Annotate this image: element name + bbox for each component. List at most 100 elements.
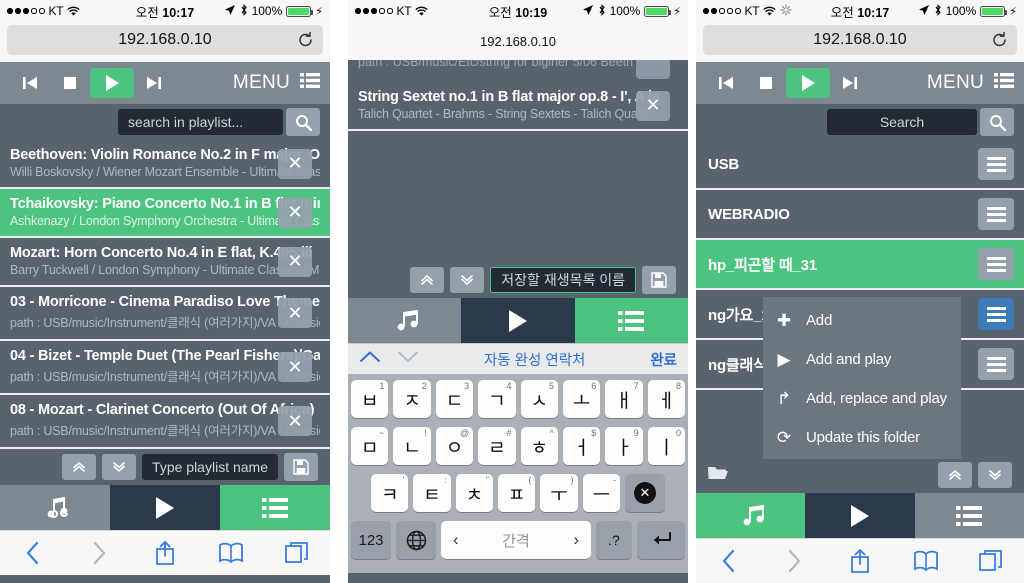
delete-button[interactable]: ✕ bbox=[278, 197, 312, 228]
key-ㄴ[interactable]: ! ㄴ bbox=[393, 427, 431, 465]
menu-item-add-replace-and-play[interactable]: ↱ Add, replace and play bbox=[763, 379, 961, 418]
save-playlist-button[interactable] bbox=[642, 266, 676, 294]
key-ㅍ[interactable]: (ㅍ bbox=[498, 474, 536, 512]
delete-button[interactable]: ✕ bbox=[278, 148, 312, 179]
tab-playlist[interactable] bbox=[574, 298, 688, 343]
menu-item-add[interactable]: ✚ Add bbox=[763, 301, 961, 340]
safari-toolbar-right[interactable] bbox=[696, 538, 1024, 583]
table-row[interactable]: Mozart: Horn Concerto No.4 in E flat, K.… bbox=[0, 238, 330, 287]
tab-now-playing[interactable] bbox=[805, 493, 915, 538]
space-right-arrow[interactable]: › bbox=[573, 530, 579, 550]
tab-bar-middle[interactable] bbox=[348, 298, 688, 343]
skip-previous-icon[interactable] bbox=[10, 68, 50, 98]
tab-music[interactable] bbox=[696, 493, 806, 538]
table-row[interactable]: 03 - Morricone - Cinema Paradiso Love Th… bbox=[0, 287, 330, 341]
url-input[interactable]: 192.168.0.10 bbox=[703, 25, 1017, 55]
tab-music[interactable] bbox=[348, 298, 462, 343]
tab-playlist[interactable] bbox=[220, 485, 330, 530]
skip-next-icon[interactable] bbox=[134, 68, 174, 98]
skip-next-icon[interactable] bbox=[830, 68, 870, 98]
move-up-button[interactable] bbox=[938, 462, 972, 488]
table-row[interactable]: Beethoven: Violin Romance No.2 in F majo… bbox=[0, 140, 330, 189]
share-icon[interactable] bbox=[151, 539, 179, 567]
playlist-name-input[interactable]: Type playlist name bbox=[142, 454, 278, 480]
row-menu-button[interactable] bbox=[978, 298, 1014, 330]
punctuation-key[interactable]: .? bbox=[596, 521, 632, 559]
list-item[interactable]: WEBRADIO bbox=[696, 190, 1024, 240]
reload-icon[interactable] bbox=[297, 31, 314, 49]
key-ㅣ[interactable]: 0ㅣ bbox=[647, 427, 685, 465]
stop-icon[interactable] bbox=[746, 68, 786, 98]
book-icon[interactable] bbox=[217, 539, 245, 567]
list-item[interactable]: hp_피곤할 때_31 bbox=[696, 240, 1024, 290]
key-ㅌ[interactable]: :ㅌ bbox=[413, 474, 451, 512]
key-ㅁ[interactable]: ~ ㅁ bbox=[351, 427, 389, 465]
search-icon[interactable] bbox=[980, 108, 1014, 136]
tab-now-playing[interactable] bbox=[461, 298, 575, 343]
list-menu-icon[interactable] bbox=[300, 73, 320, 93]
globe-icon[interactable] bbox=[396, 521, 436, 559]
tab-browser[interactable] bbox=[914, 493, 1024, 538]
url-input[interactable]: 192.168.0.10 bbox=[7, 25, 323, 55]
table-row[interactable]: 08 - Mozart - Clarinet Concerto (Out Of … bbox=[0, 395, 330, 449]
key-ㅗ[interactable]: 6ㅗ bbox=[562, 380, 601, 418]
list-item[interactable]: USB bbox=[696, 140, 1024, 190]
table-row[interactable]: 04 - Bizet - Temple Duet (The Pearl Fish… bbox=[0, 341, 330, 395]
tab-bar-left[interactable] bbox=[0, 485, 330, 530]
backspace-icon[interactable]: ✕ bbox=[624, 474, 665, 512]
search-input[interactable]: search in playlist... bbox=[118, 109, 283, 135]
url-bar-middle[interactable]: 192.168.0.10 bbox=[348, 22, 688, 60]
safari-toolbar-left[interactable] bbox=[0, 530, 330, 575]
list-menu-icon[interactable] bbox=[994, 73, 1014, 93]
play-button[interactable] bbox=[786, 68, 830, 98]
book-icon[interactable] bbox=[912, 547, 940, 575]
menu-item-update-this-folder[interactable]: ⟳ Update this folder bbox=[763, 418, 961, 457]
context-menu[interactable]: ✚ Add ▶ Add and play ↱ Add, replace and play ⟳… bbox=[763, 297, 961, 459]
key-ㅐ[interactable]: 7ㅐ bbox=[605, 380, 643, 418]
list-item[interactable]: String Sextet no.1 in B flat major op.8 … bbox=[348, 82, 688, 131]
row-menu-button[interactable] bbox=[978, 198, 1014, 230]
stop-icon[interactable] bbox=[50, 68, 90, 98]
return-icon[interactable] bbox=[637, 521, 685, 559]
skip-previous-icon[interactable] bbox=[706, 68, 746, 98]
move-down-button[interactable] bbox=[978, 462, 1012, 488]
play-button[interactable] bbox=[90, 68, 134, 98]
tabs-icon[interactable] bbox=[283, 539, 311, 567]
save-playlist-button[interactable] bbox=[284, 453, 318, 481]
move-down-button[interactable] bbox=[450, 267, 485, 293]
key-ㅈ[interactable]: 2ㅈ bbox=[393, 380, 431, 418]
search-icon[interactable] bbox=[286, 108, 320, 136]
menu-group-right[interactable]: MENU bbox=[927, 72, 1014, 94]
chevron-left-icon[interactable] bbox=[19, 539, 47, 567]
move-up-button[interactable] bbox=[410, 267, 445, 293]
key-ㅂ[interactable]: 1ㅂ bbox=[351, 380, 389, 418]
search-input[interactable]: Search bbox=[827, 109, 977, 135]
space-key[interactable]: ‹ 간격 › bbox=[441, 521, 591, 559]
tab-bar-right[interactable] bbox=[696, 493, 1024, 538]
tabs-icon[interactable] bbox=[977, 547, 1005, 575]
share-icon[interactable] bbox=[846, 547, 874, 575]
numbers-key[interactable]: 123 bbox=[351, 521, 391, 559]
key-ㄷ[interactable]: 3ㄷ bbox=[435, 380, 474, 418]
row-menu-button[interactable] bbox=[978, 248, 1014, 280]
key-ㅎ[interactable]: ^ ㅎ bbox=[520, 427, 558, 465]
delete-button[interactable]: ✕ bbox=[278, 352, 312, 382]
row-menu-button[interactable] bbox=[978, 348, 1014, 380]
move-down-button[interactable] bbox=[102, 454, 137, 480]
keyboard-done-button[interactable]: 완료 bbox=[650, 349, 677, 370]
accessory-arrows[interactable] bbox=[359, 350, 419, 368]
menu-group-left[interactable]: MENU bbox=[233, 72, 320, 94]
key-ㅏ[interactable]: 9ㅏ bbox=[605, 427, 643, 465]
tab-now-playing[interactable] bbox=[110, 485, 220, 530]
keyboard-row-2[interactable]: ~ ㅁ! ㄴ @ ㅇ # ㄹ ^ ㅎ $ ㅓ 9 ㅏ 0 ㅣ bbox=[351, 427, 685, 465]
keyboard-row-4[interactable]: 123 ‹ 간격 › .? bbox=[351, 521, 685, 559]
key-ㅓ[interactable]: $ ㅓ bbox=[562, 427, 601, 465]
chevron-left-icon[interactable] bbox=[715, 547, 743, 575]
key-ㄱ[interactable]: 4ㄱ bbox=[478, 380, 516, 418]
move-up-button[interactable] bbox=[62, 454, 97, 480]
delete-button[interactable]: ✕ bbox=[636, 90, 670, 121]
key-ㅜ[interactable]: ) ㅜ bbox=[540, 474, 578, 512]
key-ㅅ[interactable]: 5ㅅ bbox=[520, 380, 558, 418]
row-menu-button[interactable] bbox=[978, 148, 1014, 180]
delete-button[interactable]: ✕ bbox=[278, 406, 312, 436]
